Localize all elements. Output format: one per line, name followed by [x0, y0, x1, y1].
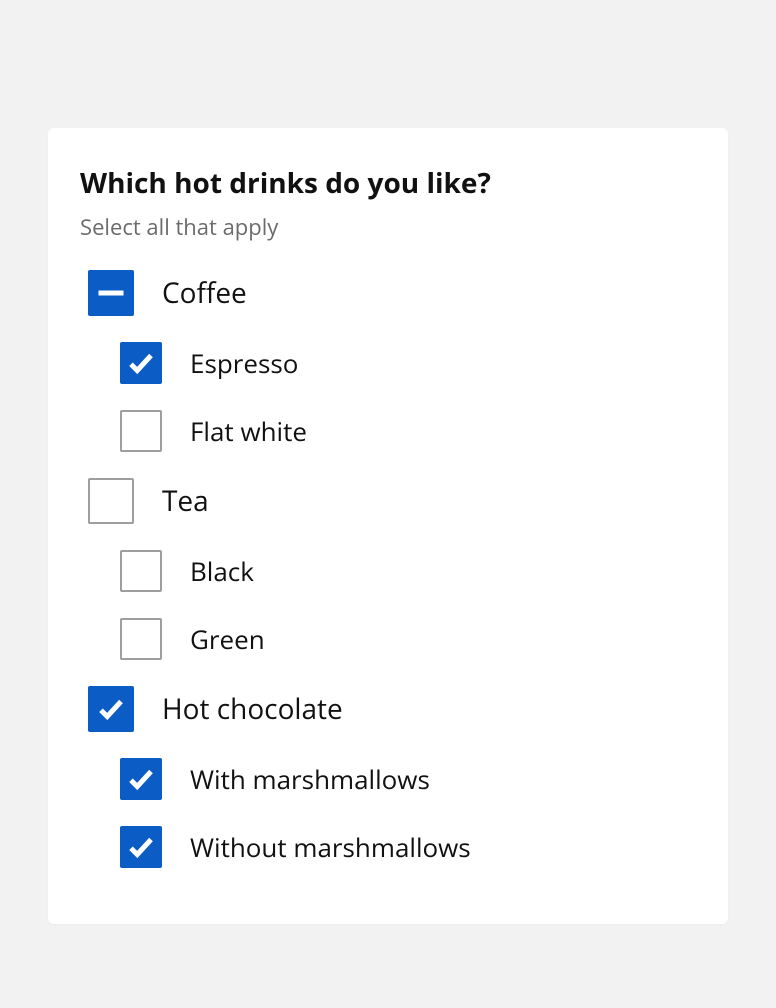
- checkbox-row-tea[interactable]: Tea: [80, 478, 696, 524]
- card: Which hot drinks do you like? Select all…: [48, 128, 728, 924]
- question-heading: Which hot drinks do you like?: [80, 164, 696, 202]
- checkbox-unchecked-icon[interactable]: [120, 618, 162, 660]
- checkbox-checked-icon[interactable]: [120, 826, 162, 868]
- checkbox-label[interactable]: Black: [190, 553, 254, 589]
- children-tea: Black Green: [112, 550, 696, 660]
- checkbox-group-hot-chocolate: Hot chocolate With marshmallows Without …: [80, 686, 696, 868]
- checkbox-checked-icon[interactable]: [120, 758, 162, 800]
- checkbox-row-green[interactable]: Green: [112, 618, 696, 660]
- checkbox-checked-icon[interactable]: [88, 686, 134, 732]
- checkbox-label[interactable]: Hot chocolate: [162, 690, 343, 728]
- checkbox-label[interactable]: Without marshmallows: [190, 829, 471, 865]
- checkbox-row-coffee[interactable]: Coffee: [80, 270, 696, 316]
- checkbox-label[interactable]: Espresso: [190, 345, 298, 381]
- checkbox-indeterminate-icon[interactable]: [88, 270, 134, 316]
- checkbox-unchecked-icon[interactable]: [88, 478, 134, 524]
- checkbox-row-flat-white[interactable]: Flat white: [112, 410, 696, 452]
- checkbox-label[interactable]: Green: [190, 621, 265, 657]
- checkbox-row-black[interactable]: Black: [112, 550, 696, 592]
- checkbox-label[interactable]: Flat white: [190, 413, 307, 449]
- checkbox-checked-icon[interactable]: [120, 342, 162, 384]
- children-coffee: Espresso Flat white: [112, 342, 696, 452]
- checkbox-label[interactable]: Coffee: [162, 274, 247, 312]
- children-hot-chocolate: With marshmallows Without marshmallows: [112, 758, 696, 868]
- checkbox-row-with-marshmallows[interactable]: With marshmallows: [112, 758, 696, 800]
- checkbox-row-without-marshmallows[interactable]: Without marshmallows: [112, 826, 696, 868]
- checkbox-unchecked-icon[interactable]: [120, 550, 162, 592]
- checkbox-row-espresso[interactable]: Espresso: [112, 342, 696, 384]
- checkbox-label[interactable]: With marshmallows: [190, 761, 430, 797]
- checkbox-row-hot-chocolate[interactable]: Hot chocolate: [80, 686, 696, 732]
- checkbox-unchecked-icon[interactable]: [120, 410, 162, 452]
- checkbox-label[interactable]: Tea: [162, 482, 209, 520]
- hint-text: Select all that apply: [80, 212, 696, 242]
- checkbox-group-tea: Tea Black Green: [80, 478, 696, 660]
- checkbox-group-coffee: Coffee Espresso Flat white: [80, 270, 696, 452]
